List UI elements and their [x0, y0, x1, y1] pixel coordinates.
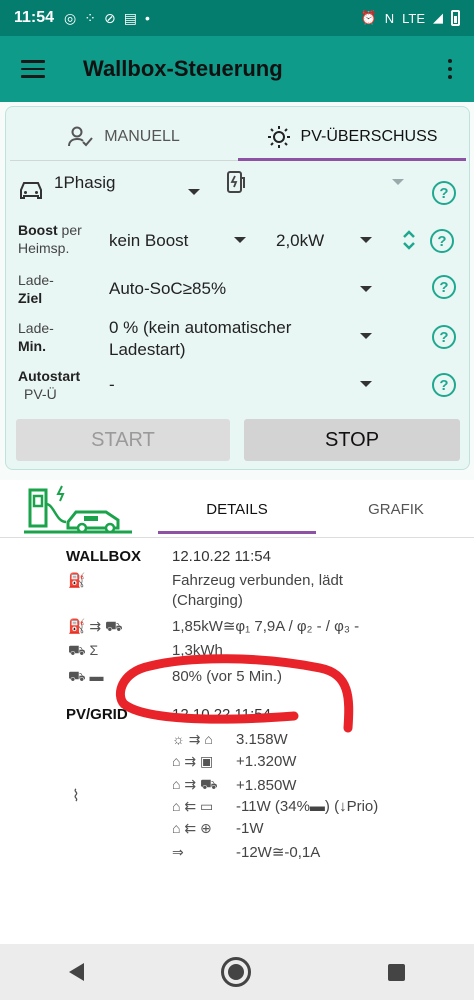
- power-select-value[interactable]: 2,0kW: [276, 231, 324, 251]
- charger-icon: [227, 171, 245, 193]
- car-battery-icon: ⛟ ▬: [68, 668, 104, 684]
- start-button[interactable]: START: [16, 419, 230, 461]
- boost-select-value[interactable]: kein Boost: [109, 231, 188, 251]
- detail-tabs: DETAILS GRAFIK: [0, 480, 474, 538]
- pv-line: ⌂ ⇇ ⊕ -1W: [172, 820, 264, 837]
- app-bar: Wallbox-Steuerung: [0, 36, 474, 102]
- charger-to-car-icon: ⛽ ⇉ ⛟: [68, 618, 123, 634]
- stepper-icon[interactable]: [401, 227, 417, 253]
- tab-details[interactable]: DETAILS: [158, 480, 316, 538]
- boost-label: Boost per Heimsp.: [18, 222, 82, 256]
- lademin-label: Lade- Min.: [18, 320, 54, 354]
- overflow-menu-icon[interactable]: [448, 59, 452, 79]
- app-title: Wallbox-Steuerung: [83, 56, 283, 81]
- control-card: MANUELL PV-ÜBERSCHUSS 1Phasig ? Boost pe…: [5, 106, 470, 470]
- home-icon[interactable]: [220, 957, 251, 987]
- help-icon[interactable]: ?: [432, 325, 456, 349]
- pv-line: ⌂ ⇇ ▭ -11W (34%▬) (↓Prio): [172, 798, 379, 815]
- help-icon[interactable]: ?: [432, 373, 456, 397]
- blocked-icon: ⊘: [104, 9, 116, 26]
- boost-dropdown-arrow[interactable]: [234, 237, 246, 243]
- autostart-label: Autostart PV-Ü: [18, 368, 81, 402]
- wallbox-power: 1,85kW≅φ₁ 7,9A / φ₂ - / φ₃ -: [172, 618, 360, 635]
- lademin-select-value[interactable]: 0 % (kein automatischer Ladestart): [109, 317, 291, 361]
- help-icon[interactable]: ?: [430, 229, 454, 253]
- help-icon[interactable]: ?: [432, 275, 456, 299]
- grid-icon: ⁘: [84, 9, 96, 26]
- system-nav-bar: [0, 944, 474, 1000]
- person-check-icon: [68, 126, 93, 146]
- charger-icon: ⛽: [68, 572, 86, 588]
- stop-button[interactable]: STOP: [244, 419, 460, 461]
- help-icon[interactable]: ?: [432, 181, 456, 205]
- dot-icon: •: [144, 10, 150, 26]
- chart-search-icon[interactable]: ⌇: [72, 786, 80, 806]
- ladeziel-select-value[interactable]: Auto-SoC≥85%: [109, 279, 226, 299]
- phase-select-value[interactable]: 1Phasig: [54, 173, 115, 193]
- tab-pv-ueberschuss[interactable]: PV-ÜBERSCHUSS: [238, 113, 466, 161]
- back-icon[interactable]: [68, 963, 84, 981]
- menu-icon[interactable]: [21, 60, 45, 78]
- wallbox-status: Fahrzeug verbunden, lädt (Charging): [172, 572, 343, 609]
- phase-dropdown-arrow[interactable]: [188, 189, 200, 195]
- wallbox-heading: WALLBOX: [66, 548, 141, 565]
- annotation-circle: [116, 654, 354, 733]
- whatsapp-icon: ◎: [64, 9, 77, 26]
- autostart-dropdown-arrow[interactable]: [360, 381, 372, 387]
- tab-grafik[interactable]: GRAFIK: [318, 480, 474, 538]
- pv-line: ⌂ ⇉ ▣ +1.320W: [172, 753, 297, 770]
- clock: 11:54: [14, 9, 55, 26]
- calendar-icon: ▤: [123, 9, 137, 26]
- details-panel: WALLBOX 12.10.22 11:54 ⛽ Fahrzeug verbun…: [0, 538, 474, 944]
- car-icon: [20, 182, 42, 199]
- lademin-dropdown-arrow[interactable]: [360, 333, 372, 339]
- status-bar: 11:54 ◎ ⁘ ⊘ ▤ • ⏰ N LTE ◢: [0, 0, 474, 36]
- charger-dropdown-arrow[interactable]: [392, 179, 404, 185]
- mode-tabs: MANUELL PV-ÜBERSCHUSS: [10, 113, 466, 161]
- wallbox-timestamp: 12.10.22 11:54: [172, 548, 271, 565]
- ladeziel-label: Lade- Ziel: [18, 272, 54, 306]
- pv-line: ⌂ ⇉ ⛟ +1.850W: [172, 776, 297, 794]
- sun-icon: [267, 125, 290, 148]
- alarm-icon: ⏰: [360, 10, 377, 25]
- recents-icon[interactable]: [388, 963, 406, 981]
- battery-icon: [451, 10, 460, 26]
- car-sum-icon: ⛟ Σ: [68, 642, 99, 658]
- wallbox-logo-icon: [24, 485, 132, 534]
- nfc-icon: N: [384, 10, 395, 26]
- signal-icon: ◢: [433, 10, 443, 25]
- autostart-select-value[interactable]: -: [109, 375, 115, 395]
- pv-line: ⇒ -12W≅-0,1A: [172, 843, 321, 862]
- power-dropdown-arrow[interactable]: [360, 237, 372, 243]
- tab-manuell[interactable]: MANUELL: [10, 113, 238, 160]
- network-label: LTE: [402, 10, 425, 26]
- ladeziel-dropdown-arrow[interactable]: [360, 286, 372, 292]
